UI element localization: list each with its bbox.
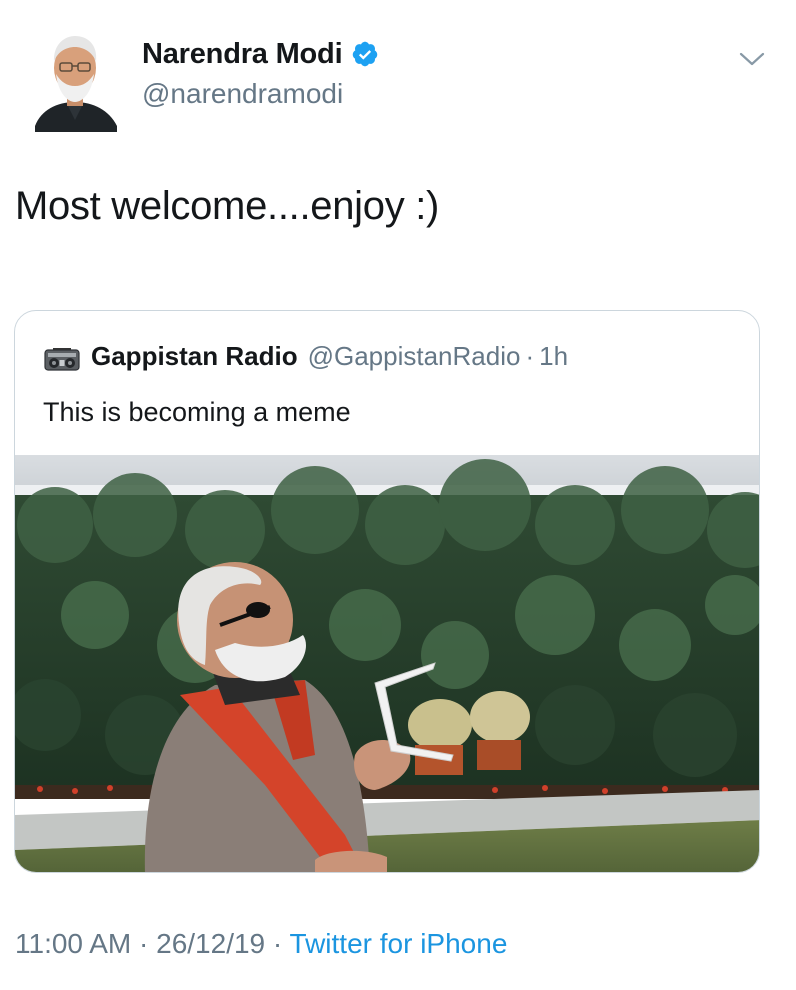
quoted-tweet-card[interactable]: Gappistan Radio @GappistanRadio · 1h Thi…: [14, 310, 760, 873]
author-name-row[interactable]: Narendra Modi: [142, 36, 379, 72]
chevron-down-icon[interactable]: [737, 48, 767, 70]
tweet-text: Most welcome....enjoy :): [15, 184, 440, 228]
quoted-tweet-header: Gappistan Radio @GappistanRadio · 1h: [43, 341, 568, 372]
verified-badge-icon: [353, 41, 378, 67]
meta-separator: ·: [139, 928, 149, 959]
quoted-author-handle[interactable]: @GappistanRadio: [308, 341, 521, 372]
quoted-tweet-time[interactable]: 1h: [539, 341, 568, 372]
radio-icon: [44, 347, 80, 371]
tweet-source-link[interactable]: Twitter for iPhone: [290, 928, 508, 959]
quoted-tweet-photo[interactable]: [15, 455, 760, 873]
tweet-meta: 11:00 AM · 26/12/19 · Twitter for iPhone: [15, 928, 507, 960]
tweet-time[interactable]: 11:00 AM: [15, 928, 131, 959]
quoted-tweet-text: This is becoming a meme: [43, 397, 351, 427]
author-display-name[interactable]: Narendra Modi: [142, 38, 343, 71]
avatar[interactable]: [31, 30, 119, 132]
quoted-tweet-separator: ·: [525, 341, 535, 371]
quoted-author-display-name[interactable]: Gappistan Radio: [91, 341, 298, 372]
author-handle[interactable]: @narendramodi: [142, 78, 343, 110]
tweet: Narendra Modi @narendramodi Most welcome…: [0, 0, 796, 990]
tweet-date[interactable]: 26/12/19: [156, 928, 265, 959]
meta-separator: ·: [272, 928, 283, 959]
